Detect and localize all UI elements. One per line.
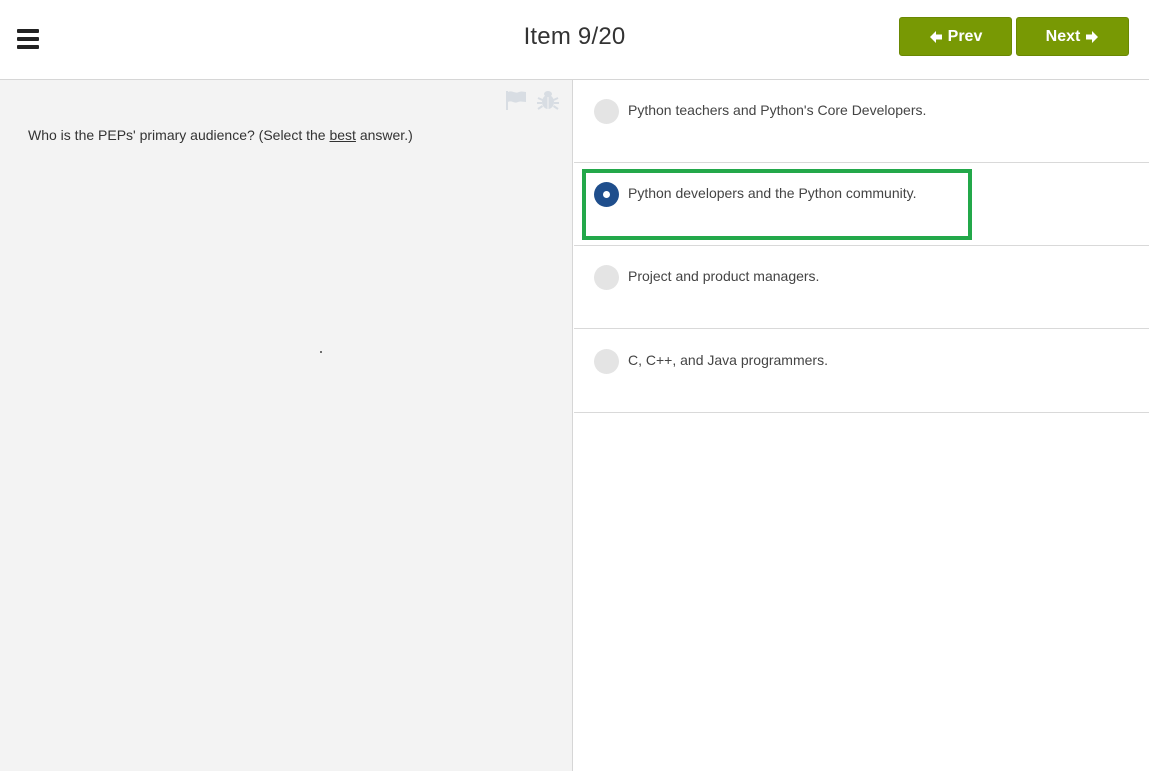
answer-option[interactable]: Python teachers and Python's Core Develo…	[574, 80, 1149, 163]
next-button-label: Next	[1045, 27, 1081, 45]
arrow-right-icon	[1086, 30, 1099, 43]
answer-option-label: Project and product managers.	[628, 268, 820, 284]
radio-button-selected[interactable]	[594, 182, 619, 207]
arrow-left-icon	[929, 30, 942, 43]
stray-dot	[320, 351, 322, 353]
question-emphasis: best	[329, 127, 356, 143]
question-text: Who is the PEPs' primary audience? (Sele…	[28, 127, 413, 143]
answer-pane: Python teachers and Python's Core Develo…	[574, 80, 1149, 771]
question-pane: Who is the PEPs' primary audience? (Sele…	[0, 80, 573, 771]
bug-icon[interactable]	[536, 89, 560, 111]
prev-button-label: Prev	[947, 27, 983, 45]
answer-option-label: Python developers and the Python communi…	[628, 185, 917, 201]
radio-button[interactable]	[594, 265, 619, 290]
next-button[interactable]: Next	[1016, 17, 1129, 56]
radio-button[interactable]	[594, 349, 619, 374]
answer-option-label: Python teachers and Python's Core Develo…	[628, 102, 927, 118]
answer-option[interactable]: Project and product managers.	[574, 246, 1149, 329]
answer-option[interactable]: C, C++, and Java programmers.	[574, 330, 1149, 413]
selection-highlight-box	[582, 169, 972, 240]
prev-button[interactable]: Prev	[899, 17, 1012, 56]
answer-option-label: C, C++, and Java programmers.	[628, 352, 828, 368]
flag-icon[interactable]	[504, 89, 528, 111]
radio-button[interactable]	[594, 99, 619, 124]
answer-option[interactable]: Python developers and the Python communi…	[574, 163, 1149, 246]
top-bar: Item 9/20 Prev Next	[0, 0, 1149, 80]
